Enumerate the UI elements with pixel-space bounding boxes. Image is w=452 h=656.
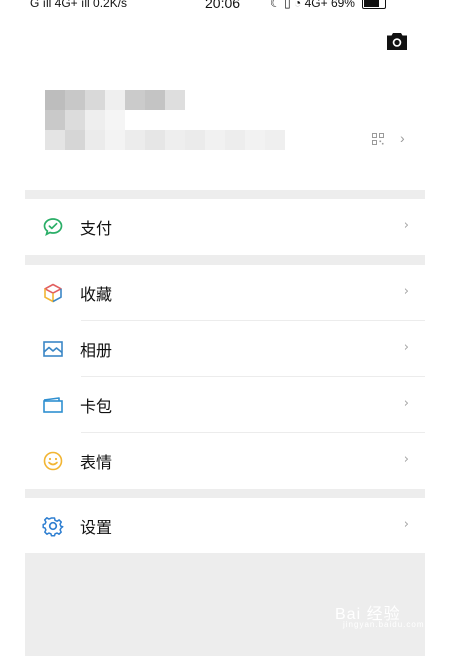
sticker-smile-icon [43, 451, 63, 471]
menu-group-settings: 设置 › [25, 498, 425, 554]
battery-icon [362, 0, 387, 10]
chevron-right-icon: › [403, 396, 409, 411]
system-status-text: ☾ ▯ ◔ 4G+ 69% [270, 0, 355, 10]
menu-item-stickers[interactable]: 表情 › [25, 433, 425, 489]
section-divider [25, 255, 425, 265]
settings-gear-icon [42, 517, 64, 537]
qr-code-icon[interactable] [372, 133, 384, 145]
chevron-right-icon: › [403, 340, 409, 355]
chevron-right-icon: › [403, 284, 409, 299]
profile-chevron-icon: › [400, 130, 405, 146]
menu-label-settings: 设置 [80, 518, 113, 537]
menu-group-pay: 支付 › [25, 199, 425, 255]
camera-icon[interactable] [386, 31, 408, 51]
signal-status: G ıll 4G+ ıll 0.2K/s [30, 0, 128, 10]
menu-label-album: 相册 [80, 341, 113, 360]
menu-group-media: 收藏 › 相册 › 卡包 › 表情 › [25, 265, 425, 489]
baidu-jingyan-watermark: Bai 经验 jingyan.baidu.com [335, 600, 423, 629]
watermark-subtext: jingyan.baidu.com [343, 620, 425, 629]
menu-label-stickers: 表情 [80, 453, 113, 472]
menu-label-favorites: 收藏 [80, 285, 113, 304]
menu-item-pay[interactable]: 支付 › [25, 199, 425, 255]
section-divider [25, 190, 425, 199]
profile-header[interactable]: › [0, 70, 452, 190]
chevron-right-icon: › [403, 452, 409, 467]
favorites-cube-icon [44, 283, 62, 303]
section-divider [25, 489, 425, 498]
menu-label-pay: 支付 [80, 219, 113, 238]
menu-item-album[interactable]: 相册 › [25, 321, 425, 377]
album-icon [43, 341, 63, 357]
avatar[interactable] [45, 90, 185, 130]
chevron-right-icon: › [403, 517, 409, 532]
menu-item-favorites[interactable]: 收藏 › [25, 265, 425, 321]
chevron-right-icon: › [403, 218, 409, 233]
system-status: ☾ ▯ ◔ 4G+ 69% [270, 0, 387, 10]
menu-item-settings[interactable]: 设置 › [25, 498, 425, 554]
status-bar: G ıll 4G+ ıll 0.2K/s 20:06 ☾ ▯ ◔ 4G+ 69% [0, 0, 452, 14]
nickname-blurred [45, 130, 285, 152]
status-time: 20:06 [205, 0, 241, 11]
menu-item-card-wallet[interactable]: 卡包 › [25, 377, 425, 433]
menu-label-card-wallet: 卡包 [80, 397, 113, 416]
card-wallet-icon [43, 397, 63, 413]
wechat-pay-icon [43, 218, 63, 236]
